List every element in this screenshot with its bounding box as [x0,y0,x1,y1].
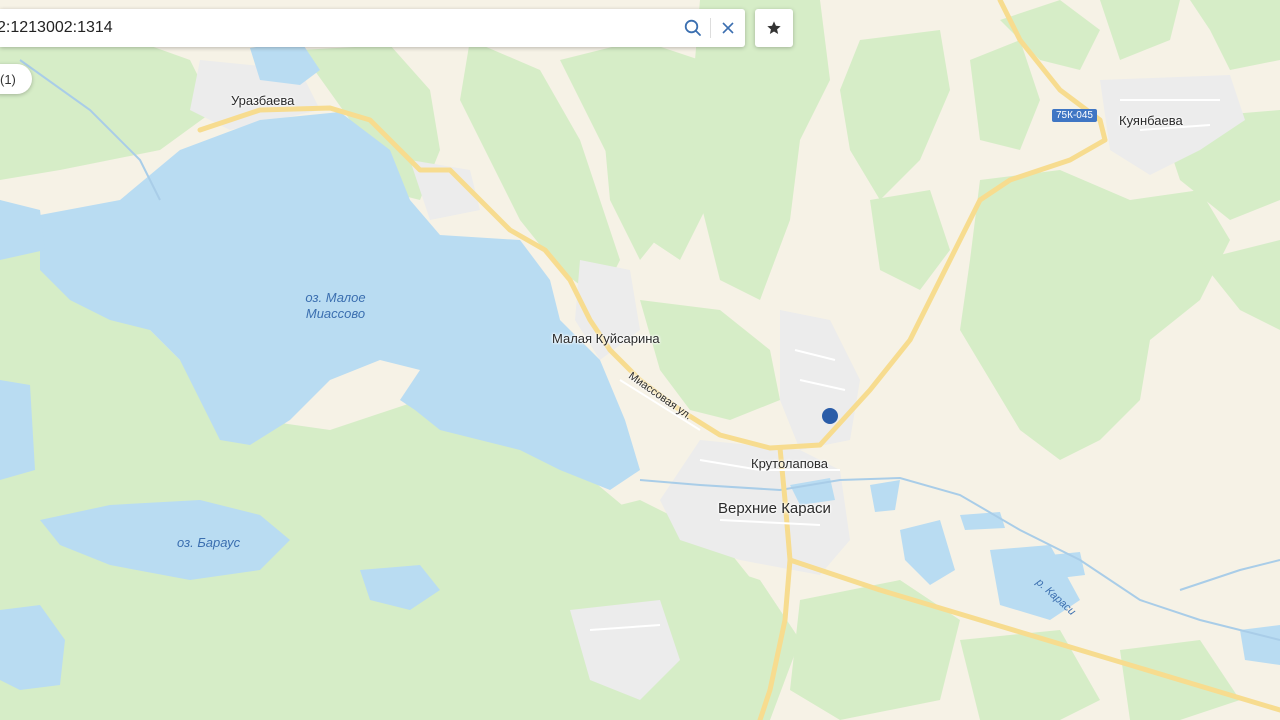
search-bar [0,9,745,47]
search-input[interactable] [0,10,676,46]
place-label-kuyanbaeva[interactable]: Куянбаева [1119,113,1183,128]
filter-chip[interactable]: (1) [0,64,32,94]
place-label-malaya-kuysarina[interactable]: Малая Куйсарина [552,331,660,346]
close-icon [722,22,734,34]
favorite-button[interactable] [755,9,793,47]
road-shield: 75К-045 [1052,109,1097,122]
star-icon [767,21,781,34]
lake-label-baraus: оз. Бараус [177,535,241,550]
place-label-urazbaeva[interactable]: Уразбаева [231,93,294,108]
lake-label-line-2: Миассово [305,306,366,321]
lake-label-maloe-miassovo: оз. Малое Миассово [298,290,373,322]
place-label-verkhnie-karasi[interactable]: Верхние Караси [718,500,831,517]
location-marker [822,408,838,424]
search-icon [684,19,701,36]
clear-search-button[interactable] [711,10,745,46]
lake-label-line-1: оз. Малое [305,290,366,305]
search-button[interactable] [676,10,710,46]
filter-chip-label: (1) [0,71,16,87]
place-label-krutolapova[interactable]: Крутолапова [751,456,828,471]
map-canvas[interactable] [0,0,1280,720]
